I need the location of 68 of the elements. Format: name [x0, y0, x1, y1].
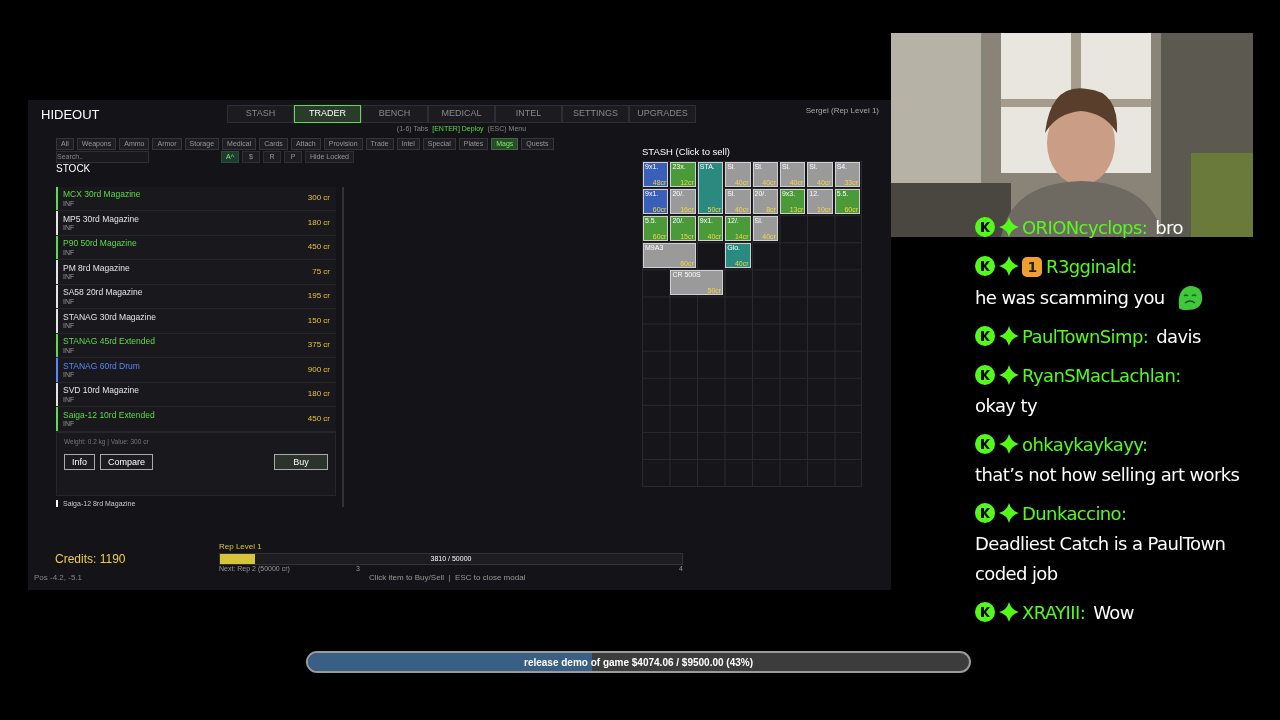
tab[interactable]: STASH: [227, 105, 294, 123]
item-price: 300 cr: [307, 192, 330, 205]
circle-badge-icon: [975, 256, 995, 276]
item-name: P90 50rd Magazine: [63, 239, 137, 248]
item-name: PM 8rd Magazine: [63, 263, 130, 272]
chat-message: davis: [1156, 325, 1201, 349]
buy-button[interactable]: Buy: [274, 454, 328, 471]
item-price: 900 cr: [307, 363, 330, 376]
sparkle-icon: [999, 365, 1019, 385]
item-price: 375 cr: [307, 339, 330, 352]
sparkle-icon: [999, 256, 1019, 276]
tab[interactable]: TRADER: [294, 105, 361, 123]
chat-username: ohkaykaykayy:: [1022, 434, 1148, 455]
tab[interactable]: BENCH: [361, 105, 428, 123]
item-price: 450 cr: [307, 241, 330, 254]
item-name: SVD 10rd Magazine: [63, 386, 140, 395]
item-price: 180 cr: [307, 216, 330, 229]
goal-text: release demo of game $4074.06 / $9500.00 (43%): [524, 655, 753, 670]
chat-message: bro: [1155, 216, 1183, 240]
chat-message: he was scamming you: [975, 286, 1165, 310]
tab[interactable]: SETTINGS: [562, 105, 629, 123]
item-name: STANAG 45rd Extended: [63, 337, 155, 346]
sub-badge: 1: [1022, 257, 1042, 277]
item-name: MP5 30rd Magazine: [63, 214, 140, 223]
circle-badge-icon: [975, 434, 995, 454]
position-readout: Pos -4.2, -5.1: [34, 572, 84, 584]
credits: Credits: 1190: [55, 551, 127, 568]
action-button[interactable]: Compare: [100, 454, 154, 471]
item-name: MCX 30rd Magazine: [63, 190, 141, 199]
tab[interactable]: UPGRADES: [629, 105, 696, 123]
chat-message: that’s not how selling art works: [975, 463, 1240, 487]
player-rep: Sergei (Rep Level 1): [805, 105, 879, 117]
circle-badge-icon: [975, 365, 995, 385]
item-price: 150 cr: [307, 314, 330, 327]
chat-username: XRAYIII:: [1022, 602, 1086, 623]
chat-message: Wow: [1093, 601, 1134, 625]
circle-badge-icon: [975, 503, 995, 523]
item-price: 75 cr: [312, 265, 330, 278]
chat-message: okay ty: [975, 394, 1038, 418]
chat-username: Dunkaccino:: [1022, 503, 1127, 524]
action-button[interactable]: Info: [64, 454, 95, 471]
circle-badge-icon: [975, 602, 995, 622]
item-price: 180 cr: [307, 388, 330, 401]
sparkle-icon: [999, 434, 1019, 454]
stash-title: STASH (Click to sell): [642, 144, 731, 159]
chat-message: Deadliest Catch is a PaulTown coded job: [975, 532, 1227, 586]
stock-title: STOCK: [56, 163, 92, 174]
sparkle-icon: [999, 602, 1019, 622]
item-name: STANAG 60rd Drum: [63, 361, 140, 370]
sparkle-icon: [999, 217, 1019, 237]
item-price: 195 cr: [307, 290, 330, 303]
item-name: SA58 20rd Magazine: [63, 288, 143, 297]
item-name: Saiga-12 10rd Extended: [63, 410, 155, 419]
chat-username: ORIONcyclops:: [1022, 217, 1148, 238]
tab[interactable]: MEDICAL: [428, 105, 495, 123]
item-name: STANAG 30rd Magazine: [63, 312, 156, 321]
game-title: HIDEOUT: [41, 106, 101, 124]
help-text: Click item to Buy/Sell | ESC to close modal: [369, 572, 527, 584]
chat-username: RyanSMacLachlan:: [1022, 365, 1181, 386]
rep-label: Rep Level 1: [219, 541, 263, 553]
chat-username: PaulTownSimp:: [1022, 326, 1149, 347]
circle-badge-icon: [975, 217, 995, 237]
chat-username: R3gginald:: [1046, 256, 1137, 277]
tab[interactable]: INTEL: [495, 105, 562, 123]
circle-badge-icon: [975, 326, 995, 346]
item-price: 450 cr: [307, 412, 330, 425]
sparkle-icon: [999, 503, 1019, 523]
sparkle-icon: [999, 326, 1019, 346]
